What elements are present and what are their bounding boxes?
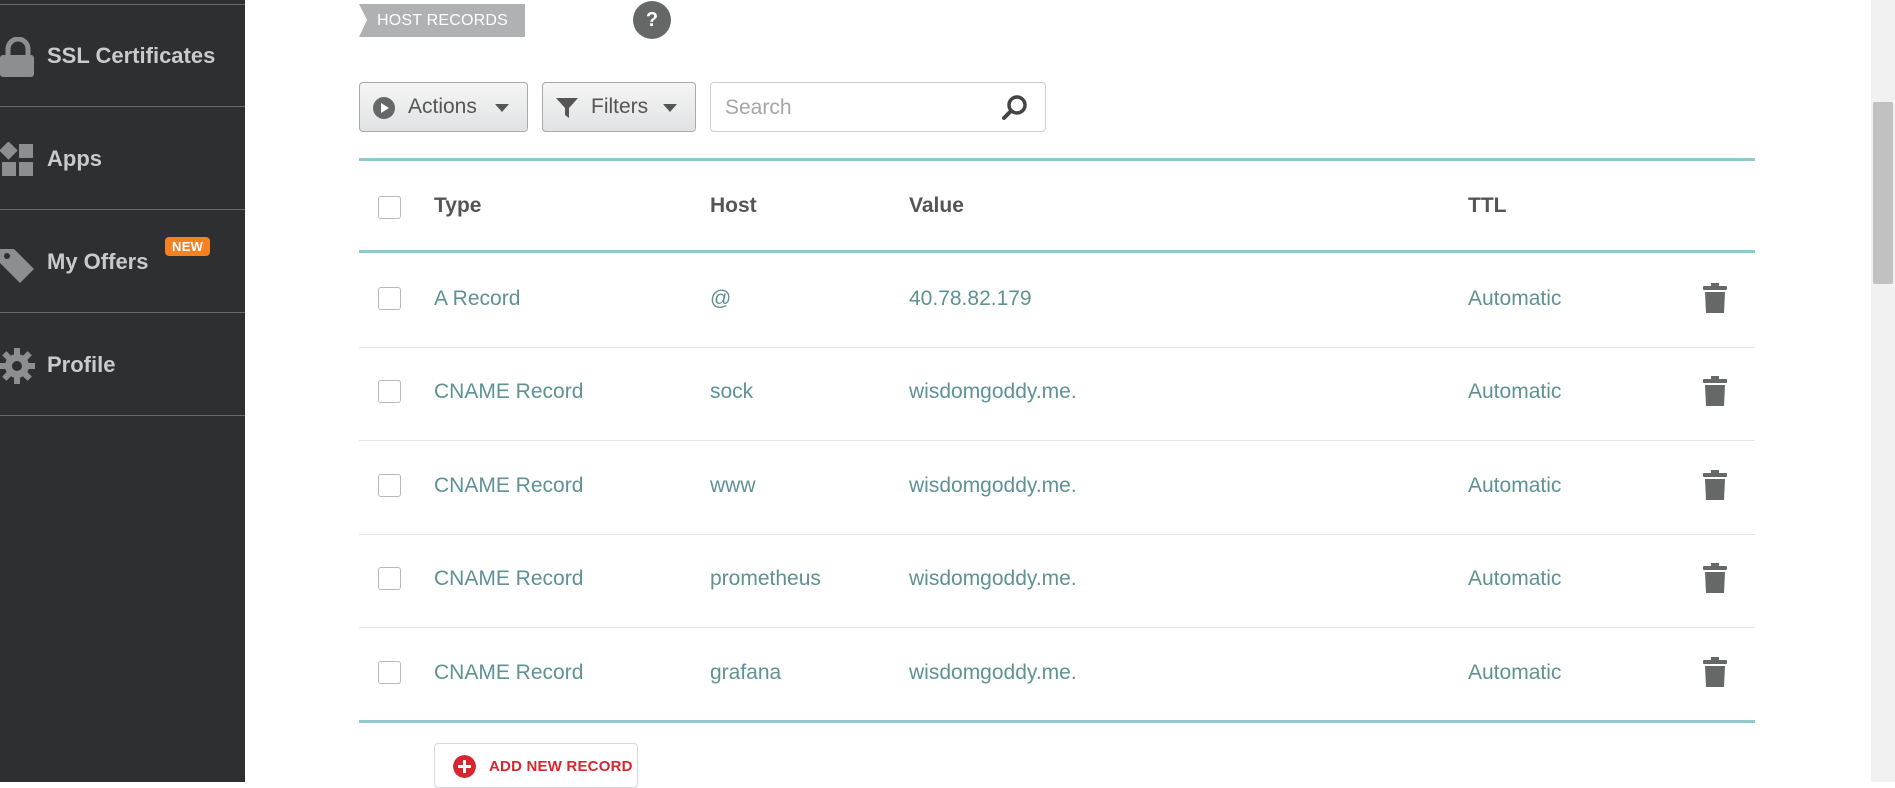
search-icon[interactable] xyxy=(1001,94,1029,122)
trash-icon[interactable] xyxy=(1703,563,1727,593)
row-divider xyxy=(359,534,1755,535)
trash-icon[interactable] xyxy=(1703,376,1727,406)
sidebar-item-my-offers[interactable]: My Offers NEW xyxy=(0,211,245,313)
record-value[interactable]: wisdomgoddy.me. xyxy=(909,380,1077,404)
record-host[interactable]: grafana xyxy=(710,661,781,685)
chevron-down-icon xyxy=(663,104,677,112)
record-type[interactable]: CNAME Record xyxy=(434,380,583,404)
trash-icon[interactable] xyxy=(1703,470,1727,500)
gear-icon xyxy=(0,348,35,384)
actions-label: Actions xyxy=(408,95,477,118)
record-type[interactable]: A Record xyxy=(434,287,520,311)
column-header-ttl: TTL xyxy=(1468,194,1507,217)
actions-button[interactable]: Actions xyxy=(359,82,528,132)
sidebar-item-label: Profile xyxy=(47,351,116,377)
record-type[interactable]: CNAME Record xyxy=(434,567,583,591)
record-ttl[interactable]: Automatic xyxy=(1468,567,1561,591)
sidebar-item-ssl-certificates[interactable]: SSL Certificates xyxy=(0,5,245,107)
table-top-border xyxy=(359,158,1755,161)
row-checkbox[interactable] xyxy=(378,380,401,403)
tag-icon xyxy=(0,249,34,283)
scrollbar-thumb[interactable] xyxy=(1873,102,1893,284)
record-host[interactable]: sock xyxy=(710,380,753,404)
row-checkbox[interactable] xyxy=(378,661,401,684)
column-header-value: Value xyxy=(909,194,964,217)
trash-icon[interactable] xyxy=(1703,283,1727,313)
chevron-down-icon xyxy=(495,104,509,112)
record-value[interactable]: wisdomgoddy.me. xyxy=(909,567,1077,591)
table-header-border xyxy=(359,250,1755,253)
row-divider xyxy=(359,440,1755,441)
new-badge: NEW xyxy=(165,237,211,256)
row-checkbox[interactable] xyxy=(378,567,401,590)
row-checkbox[interactable] xyxy=(378,287,401,310)
filter-icon xyxy=(556,98,578,118)
help-button[interactable]: ? xyxy=(633,1,671,39)
select-all-checkbox[interactable] xyxy=(378,196,401,219)
trash-icon[interactable] xyxy=(1703,657,1727,687)
row-checkbox[interactable] xyxy=(378,474,401,497)
record-ttl[interactable]: Automatic xyxy=(1468,287,1561,311)
column-header-host: Host xyxy=(710,194,757,217)
filters-label: Filters xyxy=(591,95,649,118)
filters-button[interactable]: Filters xyxy=(542,82,696,132)
lock-icon xyxy=(0,37,34,77)
record-value[interactable]: 40.78.82.179 xyxy=(909,287,1032,311)
record-type[interactable]: CNAME Record xyxy=(434,474,583,498)
sidebar-item-apps[interactable]: Apps xyxy=(0,108,245,210)
row-divider xyxy=(359,347,1755,348)
record-host[interactable]: prometheus xyxy=(710,567,821,591)
section-title: HOST RECORDS xyxy=(359,4,525,37)
record-value[interactable]: wisdomgoddy.me. xyxy=(909,474,1077,498)
row-divider xyxy=(359,627,1755,628)
column-header-type: Type xyxy=(434,194,482,217)
record-host[interactable]: @ xyxy=(710,287,731,311)
record-host[interactable]: www xyxy=(710,474,756,498)
search-box xyxy=(710,82,1046,132)
sidebar-item-label: My Offers xyxy=(47,248,149,274)
add-new-record-button[interactable]: ADD NEW RECORD xyxy=(434,743,638,788)
sidebar-item-label: Apps xyxy=(47,145,102,171)
record-ttl[interactable]: Automatic xyxy=(1468,661,1561,685)
table-bottom-border xyxy=(359,720,1755,723)
record-ttl[interactable]: Automatic xyxy=(1468,380,1561,404)
plus-circle-icon xyxy=(453,755,476,778)
record-ttl[interactable]: Automatic xyxy=(1468,474,1561,498)
record-type[interactable]: CNAME Record xyxy=(434,661,583,685)
sidebar-item-profile[interactable]: Profile xyxy=(0,314,245,416)
play-circle-icon xyxy=(373,97,395,119)
sidebar-item-label: SSL Certificates xyxy=(47,42,216,68)
add-new-record-label: ADD NEW RECORD xyxy=(489,758,633,775)
record-value[interactable]: wisdomgoddy.me. xyxy=(909,661,1077,685)
page-scrollbar[interactable] xyxy=(1871,0,1895,782)
apps-icon xyxy=(0,142,33,176)
search-input[interactable] xyxy=(723,93,987,123)
sidebar: SSL Certificates Apps My Offers NEW Prof… xyxy=(0,0,245,782)
